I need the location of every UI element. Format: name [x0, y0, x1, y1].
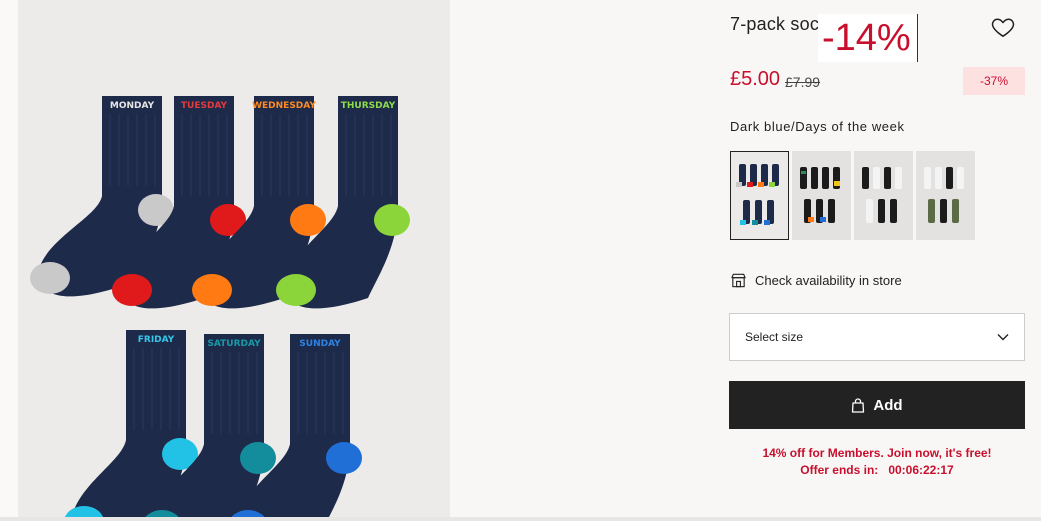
add-to-bag-button[interactable]: Add [729, 381, 1025, 429]
sock-day-label: MONDAY [110, 101, 155, 111]
chevron-down-icon [997, 334, 1009, 341]
member-offer-message: 14% off for Members. Join now, it's free… [729, 445, 1025, 479]
add-button-label: Add [873, 396, 903, 414]
sock-heel [290, 204, 326, 236]
promo-percentage-overlay: -14% [818, 14, 918, 62]
left-gutter [0, 0, 18, 521]
sock-day-label: WEDNESDAY [252, 101, 316, 111]
swatch-dark-blue-days[interactable] [730, 151, 789, 240]
sock-toe [112, 274, 152, 306]
swatch-white-khaki[interactable] [916, 151, 975, 240]
color-name: Dark blue/Days of the week [730, 119, 905, 134]
sock-toe [276, 274, 316, 306]
discount-badge: -37% [963, 67, 1025, 95]
price-current: £5.00 [730, 68, 781, 90]
sock-day-label: FRIDAY [138, 335, 175, 345]
size-dropdown-label: Select size [745, 330, 804, 344]
swatch-thumbnail [854, 151, 913, 240]
offer-countdown-line: Offer ends in: 00:06:22:17 [729, 462, 1025, 479]
product-image[interactable]: MONDAY TUESDAY WEDNESDAY THURSDAY FRIDAY SATU… [18, 0, 450, 521]
swatch-thumbnail [792, 151, 851, 240]
swatch-black-multicolour[interactable] [792, 151, 851, 240]
swatch-thumbnail [731, 152, 788, 239]
sock-toe [30, 262, 70, 294]
swatch-black-white[interactable] [854, 151, 913, 240]
color-swatches [730, 151, 975, 240]
offer-countdown: 00:06:22:17 [888, 463, 954, 477]
store-check-label: Check availability in store [755, 273, 902, 288]
store-icon [731, 273, 746, 288]
bag-icon [852, 397, 865, 413]
offer-ends-label: Offer ends in: [800, 463, 879, 477]
sock-day-label: SUNDAY [299, 339, 341, 349]
sock-day-label: THURSDAY [341, 101, 396, 111]
sock-heel [240, 442, 276, 474]
price-original: £7.99 [785, 74, 821, 90]
sock-day-label: SATURDAY [207, 339, 261, 349]
page-bottom-edge [0, 517, 1041, 521]
sock-heel [374, 204, 410, 236]
swatch-thumbnail [916, 151, 975, 240]
sock-day-label: TUESDAY [181, 101, 228, 111]
socks-illustration: MONDAY TUESDAY WEDNESDAY THURSDAY FRIDAY SATU… [30, 96, 410, 521]
product-page: MONDAY TUESDAY WEDNESDAY THURSDAY FRIDAY SATU… [0, 0, 1041, 521]
sock-heel [326, 442, 362, 474]
size-dropdown[interactable]: Select size [729, 313, 1025, 361]
check-store-availability[interactable]: Check availability in store [730, 272, 902, 289]
sock-toe [192, 274, 232, 306]
member-offer-line: 14% off for Members. Join now, it's free… [762, 446, 992, 460]
favorite-heart-icon[interactable] [990, 14, 1016, 40]
